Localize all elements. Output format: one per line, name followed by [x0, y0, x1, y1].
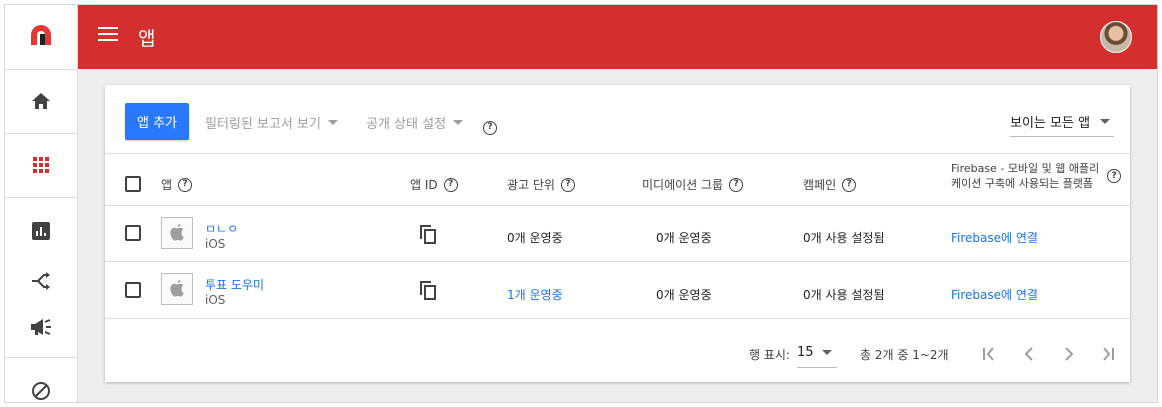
chevron-down-icon	[327, 120, 338, 125]
filtered-reports-dropdown[interactable]: 필터링된 보고서 보기	[205, 113, 338, 132]
col-app-id: 앱 ID ?	[410, 176, 458, 193]
logo-icon	[31, 25, 51, 45]
apple-icon	[170, 280, 184, 297]
prev-page-button[interactable]	[1019, 344, 1039, 364]
col-app: 앱 ?	[161, 176, 193, 193]
nav-rail	[5, 5, 78, 402]
first-page-icon	[983, 347, 994, 361]
col-mediation: 미디에이션 그룹 ?	[642, 176, 744, 193]
help-icon: ?	[483, 120, 497, 135]
visibility-status-dropdown[interactable]: 공개 상태 설정	[366, 113, 464, 132]
col-firebase-label: Firebase - 모바일 및 웹 애플리케이션 구축에 사용되는 플랫폼	[951, 162, 1100, 190]
admob-logo[interactable]	[5, 15, 77, 55]
rows-per-page-select[interactable]: 15	[797, 338, 837, 368]
copy-icon[interactable]	[417, 223, 439, 245]
nav-campaigns[interactable]	[5, 307, 77, 347]
reports-icon	[32, 222, 50, 240]
page-range: 총 2개 중 1~2개	[860, 348, 949, 362]
page-title: 앱	[138, 28, 156, 50]
help-icon[interactable]: ?	[560, 177, 575, 192]
first-page-button[interactable]	[979, 344, 999, 364]
chevron-right-icon	[1065, 347, 1074, 361]
help-icon[interactable]: ?	[842, 177, 857, 192]
home-icon	[32, 93, 50, 109]
nav-home[interactable]	[5, 81, 77, 121]
help-icon[interactable]: ?	[178, 177, 193, 192]
campaigns-value: 0개 사용 설정됨	[803, 231, 885, 245]
firebase-link[interactable]: Firebase에 연결	[951, 286, 1038, 303]
nav-blocking[interactable]	[5, 371, 77, 402]
app-name-link[interactable]: 투표 도우미	[205, 276, 264, 293]
app-window: 앱 앱 추가 필터링된 보고서 보기 공개 상태 설정 ? 보이는 모든 앱 앱…	[4, 4, 1158, 403]
blocking-icon	[32, 382, 50, 400]
app-icon	[161, 273, 193, 305]
app-name-link[interactable]: ㅁㄴㅇ	[205, 220, 238, 237]
help-icon[interactable]: ?	[1107, 169, 1121, 183]
filtered-reports-label: 필터링된 보고서 보기	[205, 117, 321, 132]
visible-apps-label: 보이는 모든 앱	[1010, 116, 1091, 131]
app-bar: 앱	[78, 5, 1157, 69]
copy-icon[interactable]	[417, 279, 439, 301]
chevron-left-icon	[1024, 347, 1033, 361]
apps-card: 앱 추가 필터링된 보고서 보기 공개 상태 설정 ? 보이는 모든 앱 앱 ?…	[105, 85, 1130, 382]
last-page-button[interactable]	[1098, 344, 1118, 364]
mediation-value: 0개 운영중	[656, 231, 712, 245]
campaigns-value: 0개 사용 설정됨	[803, 288, 885, 302]
nav-reports[interactable]	[5, 211, 77, 251]
mediation-value: 0개 운영중	[656, 288, 712, 302]
chevron-down-icon	[453, 120, 464, 125]
row-checkbox[interactable]	[125, 225, 141, 241]
firebase-link[interactable]: Firebase에 연결	[951, 229, 1038, 246]
col-ad-units-label: 광고 단위	[507, 178, 555, 192]
mediation-icon	[32, 272, 50, 290]
avatar[interactable]	[1100, 21, 1132, 53]
col-app-id-label: 앱 ID	[410, 178, 438, 192]
row-checkbox[interactable]	[125, 282, 141, 298]
rows-per-page-value: 15	[797, 345, 814, 360]
apps-grid-icon	[33, 157, 49, 173]
divider	[105, 205, 1130, 206]
help-icon[interactable]: ?	[729, 177, 744, 192]
col-ad-units: 광고 단위 ?	[507, 176, 575, 193]
divider	[105, 153, 1130, 154]
help-icon[interactable]: ?	[443, 177, 458, 192]
visible-apps-dropdown[interactable]: 보이는 모든 앱	[1010, 107, 1114, 137]
campaigns-icon	[31, 319, 51, 335]
last-page-icon	[1103, 347, 1114, 361]
next-page-button[interactable]	[1059, 344, 1079, 364]
chevron-down-icon	[1100, 119, 1111, 124]
app-platform: iOS	[205, 237, 226, 251]
select-all-checkbox[interactable]	[125, 176, 141, 192]
col-mediation-label: 미디에이션 그룹	[642, 178, 724, 192]
add-app-button[interactable]: 앱 추가	[125, 103, 189, 140]
app-platform: iOS	[205, 293, 226, 307]
divider	[105, 318, 1130, 319]
ad-units-link[interactable]: 1개 운영중	[507, 286, 563, 303]
rows-per-page-label: 행 표시:	[749, 348, 790, 362]
col-firebase: Firebase - 모바일 및 웹 애플리케이션 구축에 사용되는 플랫폼 ?	[951, 161, 1121, 191]
chevron-down-icon	[821, 350, 832, 355]
app-icon	[161, 217, 193, 249]
menu-icon[interactable]	[98, 27, 118, 47]
apple-icon	[170, 224, 184, 241]
nav-apps[interactable]	[5, 145, 77, 185]
nav-mediation[interactable]	[5, 261, 77, 301]
visibility-status-label: 공개 상태 설정	[366, 117, 447, 132]
col-campaigns: 캠페인 ?	[803, 176, 857, 193]
col-campaigns-label: 캠페인	[803, 178, 837, 192]
col-app-label: 앱	[161, 178, 173, 192]
toolbar-help[interactable]: ?	[483, 114, 497, 135]
divider	[105, 261, 1130, 262]
ad-units-value: 0개 운영중	[507, 231, 563, 245]
